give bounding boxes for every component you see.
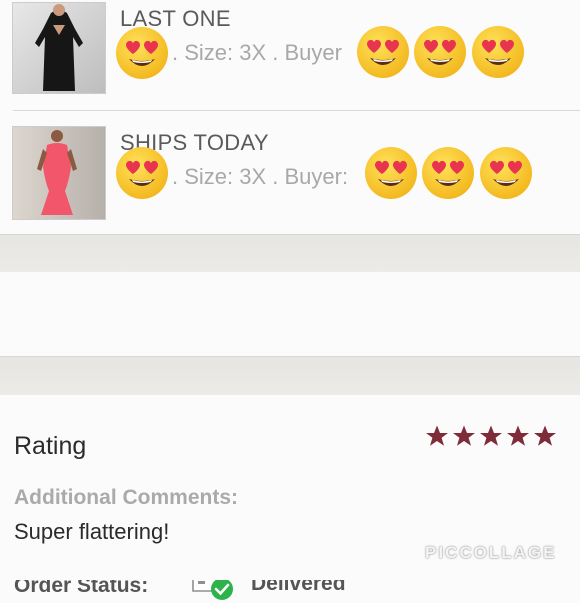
item-2-meta: . Size: 3X . Buyer: [172,164,349,189]
heart-eyes-emoji [470,24,526,80]
heart-eyes-emoji [114,145,170,201]
heart-eyes-emoji [412,24,468,80]
comments-text: Super flattering! [14,519,170,544]
section-separator [0,356,580,396]
item-divider [13,110,580,111]
section-separator [0,234,580,273]
item-2-thumbnail[interactable] [13,127,105,219]
rating-label: Rating [14,432,87,460]
comments-label: Additional Comments: [14,486,238,509]
item-1-meta: . Size: 3X . Buyer [172,40,342,65]
item-1-thumbnail[interactable] [13,3,105,93]
piccollage-watermark: PICCOLLAGE [425,543,557,562]
star-icon [506,424,533,451]
heart-eyes-emoji [355,24,411,80]
heart-eyes-emoji [114,25,170,81]
heart-eyes-emoji [478,145,534,201]
heart-eyes-emoji [420,145,476,201]
star-icon [479,424,506,451]
star-icon [425,424,452,451]
star-icon [452,424,479,451]
star-icon [533,424,560,451]
rating-stars [425,424,560,454]
heart-eyes-emoji [363,145,419,201]
